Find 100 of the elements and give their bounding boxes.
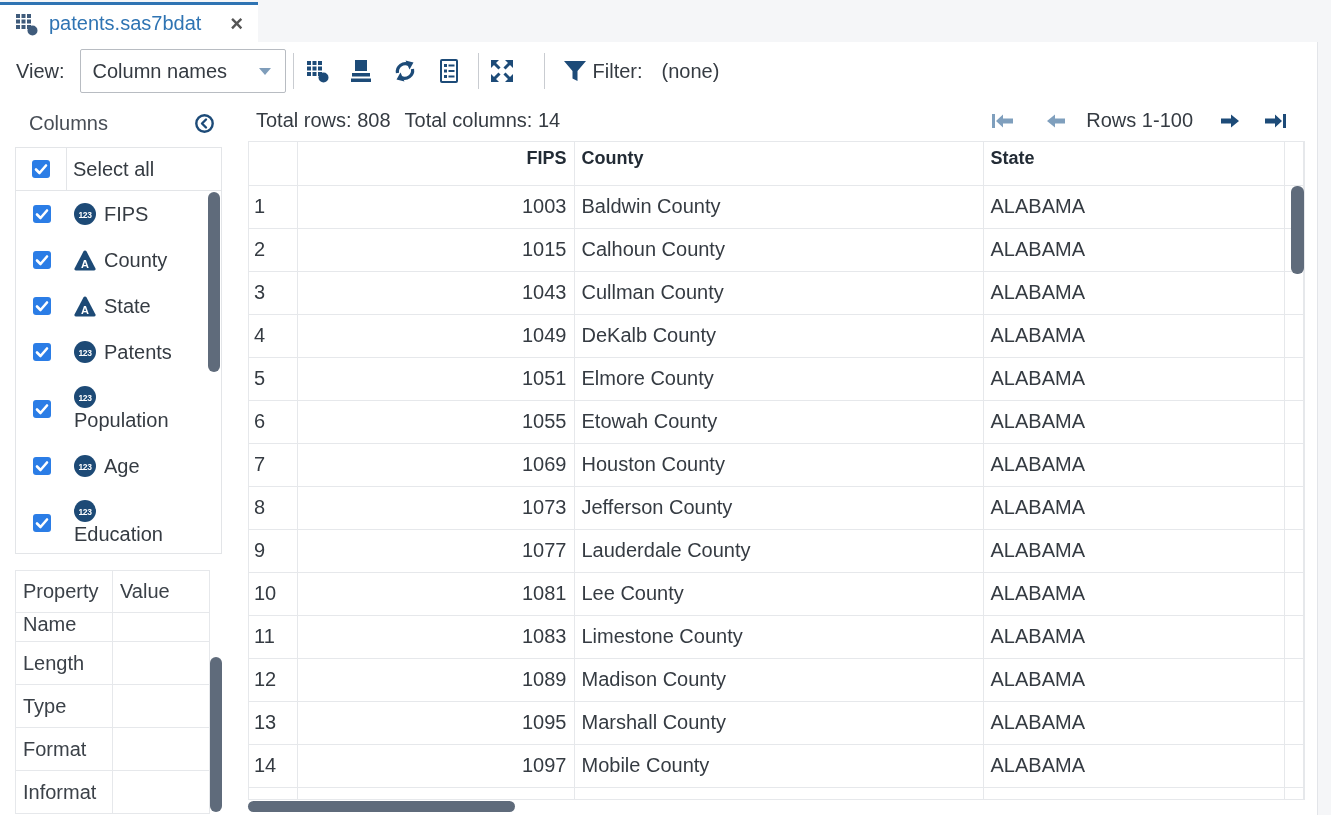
table-cell: ALABAMA [990,453,1085,475]
table-cell: ALABAMA [990,238,1085,260]
column-header: Value [120,580,170,602]
table-cell: 1095 [522,711,567,733]
table-cell: 1003 [522,195,567,217]
table-cell: ALABAMA [990,410,1085,432]
table-cell: ALABAMA [990,367,1085,389]
scrollbar-thumb[interactable] [210,657,222,812]
numeric-type-icon: 123 [74,500,96,522]
property-name: Name [23,613,77,635]
filter-button[interactable]: Filter: [562,59,643,83]
character-type-icon: A [74,295,96,317]
character-type-icon: A [74,249,96,271]
table-cell: Elmore County [581,367,714,389]
row-number: 13 [254,711,277,733]
view-label: View: [16,59,65,83]
row-number: 1 [254,195,266,217]
filter-icon [562,59,587,83]
panel-title: Columns [29,112,108,135]
table-cell: 1097 [522,754,567,776]
table-cell: ALABAMA [990,582,1085,604]
table-cell: 1069 [522,453,567,475]
column-name: Patents [104,340,172,364]
select-all-label: Select all [72,157,155,181]
table-cell: 1081 [522,582,567,604]
close-button[interactable]: × [227,12,246,35]
checkbox[interactable] [32,297,51,315]
property-name: Format [23,737,87,760]
scrollbar-thumb[interactable] [248,801,515,812]
numeric-type-icon: 123 [74,386,96,408]
numeric-type-icon: 123 [74,203,96,225]
last-page-icon[interactable] [1264,112,1286,129]
table-cell: Lauderdale County [581,539,751,561]
row-number: 5 [254,367,266,389]
expand-icon[interactable] [489,59,514,83]
scrollbar-thumb[interactable] [1291,186,1304,274]
table-icon[interactable] [304,59,329,83]
view-dropdown[interactable]: Column names [79,49,286,93]
table-cell: Cullman County [581,281,724,303]
table-cell: ALABAMA [990,496,1085,518]
checkbox[interactable] [32,400,51,418]
table-cell: ALABAMA [990,754,1085,776]
table-cell: Baldwin County [581,195,721,217]
numeric-type-icon: 123 [74,341,96,363]
column-header: FIPS [526,148,567,168]
row-number: 4 [254,324,266,346]
table-cell: Houston County [581,453,725,475]
next-page-icon[interactable] [1221,112,1239,129]
table-cell: Jefferson County [581,496,733,518]
table-cell: ALABAMA [990,625,1085,647]
filter-value: (none) [661,59,720,83]
row-number: 11 [254,625,275,647]
checkbox[interactable] [32,343,51,361]
checkbox[interactable] [32,251,51,269]
table-cell: 1083 [522,625,567,647]
row-number: 10 [254,582,277,604]
row-number: 7 [254,453,266,475]
column-name: Education [74,522,163,546]
checkbox[interactable] [32,205,51,223]
row-number: 12 [254,668,277,690]
checkbox[interactable] [32,160,50,178]
property-name: Type [23,694,67,717]
table-cell: Lee County [581,582,684,604]
table-cell: 1073 [522,496,567,518]
table-cell: 1015 [522,238,567,260]
table-cell: Madison County [581,668,727,690]
column-header: Property [23,580,99,602]
property-name: Informat [23,780,97,803]
total-rows-label: Total rows: 808 [256,109,391,132]
table-cell: ALABAMA [990,324,1085,346]
row-number: 2 [254,238,266,260]
table-cell: ALABAMA [990,195,1085,217]
scrollbar-thumb[interactable] [208,192,220,372]
table-cell: Mobile County [581,754,710,776]
property-name: Length [23,651,85,674]
row-number: 3 [254,281,266,303]
table-cell: 1089 [522,668,567,690]
table-cell: Calhoun County [581,238,725,260]
file-tab[interactable]: patents.sas7bdat × [0,2,258,42]
row-number: 14 [254,754,277,776]
checkbox[interactable] [32,457,51,475]
table-cell: 1077 [522,539,567,561]
caret-icon [258,67,271,75]
row-number: 8 [254,496,266,518]
rows-range-label: Rows 1-100 [1086,109,1193,132]
checkbox[interactable] [32,514,51,532]
table-cell: ALABAMA [990,711,1085,733]
column-name: County [104,248,168,272]
table-cell: ALABAMA [990,539,1085,561]
table-cell: ALABAMA [990,668,1085,690]
collapse-icon[interactable] [195,114,214,133]
table-cell: ALABAMA [990,281,1085,303]
row-number: 9 [254,539,266,561]
printer-icon[interactable] [348,59,373,83]
table-cell: 1055 [522,410,567,432]
column-name: Age [104,454,140,478]
table-cell: Etowah County [581,410,718,432]
column-name: Population [74,408,169,432]
table-cell: Limestone County [581,625,743,647]
column-header: County [581,148,644,168]
